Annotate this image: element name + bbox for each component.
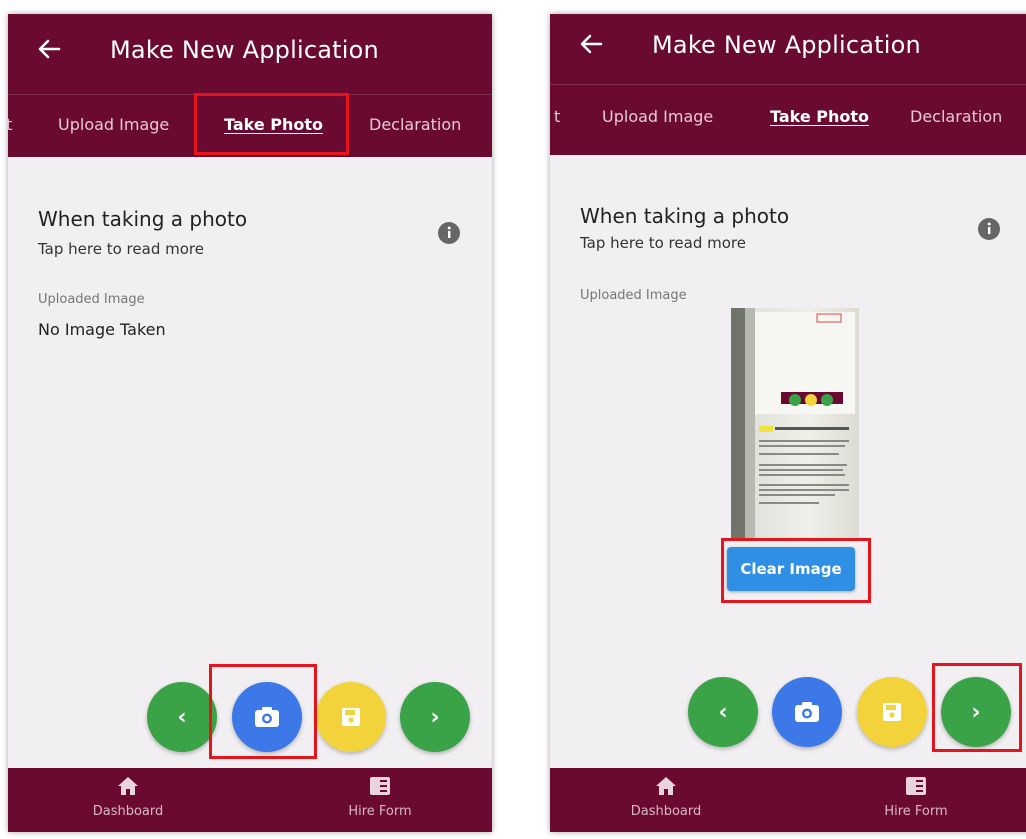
tab-partial[interactable]: t [8,115,12,134]
bottom-nav: Dashboard Hire Form [550,768,1026,832]
tab-upload-image[interactable]: Upload Image [58,115,169,134]
uploaded-photo [731,308,859,540]
bottom-nav: Dashboard Hire Form [8,768,492,832]
tab-bar: t Upload Image Take Photo Declaration [550,84,1026,155]
nav-hire-form[interactable]: Hire Form [846,776,986,819]
save-button[interactable] [316,682,386,752]
tab-upload-image[interactable]: Upload Image [602,107,713,126]
screen-no-image: Make New Application t Upload Image Take… [8,14,492,832]
nav-dashboard[interactable]: Dashboard [596,776,736,819]
tab-declaration[interactable]: Declaration [910,107,1002,126]
page-title: Make New Application [110,36,379,64]
app-bar: Make New Application [550,14,1026,84]
nav-hire-form-label: Hire Form [884,804,948,819]
back-arrow-icon[interactable] [34,34,64,64]
screen-with-image: Make New Application t Upload Image Take… [550,14,1026,832]
save-button[interactable] [857,677,927,747]
nav-dashboard-label: Dashboard [92,804,164,819]
highlight-clear-image-button [721,538,871,603]
highlight-next-button [932,663,1022,752]
form-icon [906,777,926,795]
form-icon [370,777,390,795]
tab-declaration[interactable]: Declaration [369,115,461,134]
camera-icon [795,702,819,722]
info-subtitle[interactable]: Tap here to read more [38,240,204,258]
info-icon[interactable] [438,222,460,244]
info-title[interactable]: When taking a photo [38,207,247,231]
chevron-left-icon: ‹ [177,704,187,730]
tab-take-photo[interactable]: Take Photo [770,107,869,126]
uploaded-image-label: Uploaded Image [38,292,145,307]
camera-button[interactable] [772,677,842,747]
image-status: No Image Taken [38,320,166,339]
nav-hire-form-label: Hire Form [348,804,412,819]
nav-dashboard-label: Dashboard [630,804,702,819]
home-icon [118,777,138,795]
highlight-take-photo-tab [194,93,349,155]
save-icon [883,703,901,721]
chevron-left-icon: ‹ [718,699,728,725]
nav-dashboard[interactable]: Dashboard [58,776,198,819]
home-icon [656,777,676,795]
chevron-right-icon: › [430,704,440,730]
tab-partial[interactable]: t [554,107,560,126]
uploaded-image-label: Uploaded Image [580,288,687,303]
previous-button[interactable]: ‹ [147,682,217,752]
app-bar: Make New Application [8,14,492,94]
info-title[interactable]: When taking a photo [580,204,789,228]
highlight-camera-button [209,664,317,759]
info-icon[interactable] [978,218,1000,240]
previous-button[interactable]: ‹ [688,677,758,747]
info-subtitle[interactable]: Tap here to read more [580,234,746,252]
nav-hire-form[interactable]: Hire Form [310,776,450,819]
page-title: Make New Application [652,31,921,59]
next-button[interactable]: › [400,682,470,752]
back-arrow-icon[interactable] [576,29,606,59]
save-icon [342,708,360,726]
